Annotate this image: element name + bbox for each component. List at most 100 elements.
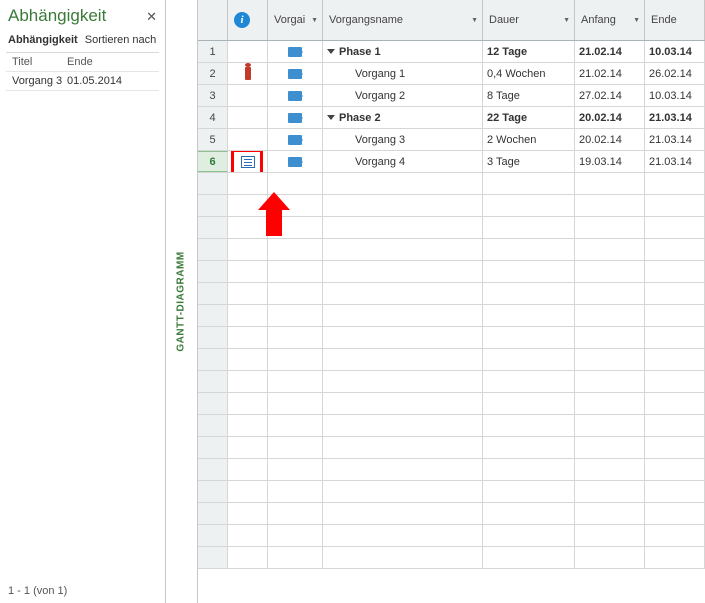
- duration-cell[interactable]: 3 Tage: [483, 151, 575, 172]
- table-row[interactable]: 2Vorgang 10,4 Wochen21.02.1426.02.14: [198, 63, 705, 85]
- task-mode-cell[interactable]: [268, 261, 323, 282]
- start-cell[interactable]: [575, 525, 645, 546]
- duration-cell[interactable]: [483, 481, 575, 502]
- col-head-ende[interactable]: Ende: [67, 56, 153, 68]
- start-cell[interactable]: [575, 283, 645, 304]
- task-mode-cell[interactable]: [268, 217, 323, 238]
- task-name-cell[interactable]: [323, 437, 483, 458]
- duration-cell[interactable]: 2 Wochen: [483, 129, 575, 150]
- task-mode-cell[interactable]: [268, 305, 323, 326]
- task-name-cell[interactable]: [323, 415, 483, 436]
- table-row[interactable]: [198, 393, 705, 415]
- task-name-cell[interactable]: [323, 283, 483, 304]
- row-number[interactable]: [198, 349, 228, 370]
- end-cell[interactable]: [645, 503, 705, 524]
- col-head-rownum[interactable]: [198, 0, 228, 40]
- end-cell[interactable]: [645, 437, 705, 458]
- task-mode-cell[interactable]: [268, 503, 323, 524]
- task-name-cell[interactable]: [323, 173, 483, 194]
- task-mode-cell[interactable]: [268, 151, 323, 172]
- table-row[interactable]: 3Vorgang 28 Tage27.02.1410.03.14: [198, 85, 705, 107]
- end-cell[interactable]: 10.03.14: [645, 41, 705, 62]
- duration-cell[interactable]: [483, 239, 575, 260]
- start-cell[interactable]: [575, 437, 645, 458]
- start-cell[interactable]: 20.02.14: [575, 129, 645, 150]
- start-cell[interactable]: [575, 459, 645, 480]
- start-cell[interactable]: [575, 481, 645, 502]
- task-name-cell[interactable]: [323, 349, 483, 370]
- duration-cell[interactable]: [483, 547, 575, 568]
- table-row[interactable]: [198, 547, 705, 569]
- row-number[interactable]: [198, 239, 228, 260]
- task-name-cell[interactable]: [323, 393, 483, 414]
- duration-cell[interactable]: [483, 283, 575, 304]
- col-head-dauer[interactable]: Dauer▼: [483, 0, 575, 40]
- task-mode-cell[interactable]: [268, 173, 323, 194]
- end-cell[interactable]: [645, 195, 705, 216]
- end-cell[interactable]: 26.02.14: [645, 63, 705, 84]
- task-name-cell[interactable]: Vorgang 4: [323, 151, 483, 172]
- col-head-name[interactable]: Vorgangsname▼: [323, 0, 483, 40]
- task-mode-cell[interactable]: [268, 63, 323, 84]
- table-row[interactable]: [198, 195, 705, 217]
- row-number[interactable]: [198, 503, 228, 524]
- col-head-anfang[interactable]: Anfang▼: [575, 0, 645, 40]
- start-cell[interactable]: [575, 547, 645, 568]
- col-head-titel[interactable]: Titel: [12, 56, 67, 68]
- duration-cell[interactable]: [483, 173, 575, 194]
- row-number[interactable]: [198, 525, 228, 546]
- start-cell[interactable]: [575, 173, 645, 194]
- table-row[interactable]: [198, 525, 705, 547]
- row-number[interactable]: 1: [198, 41, 228, 62]
- task-name-cell[interactable]: [323, 195, 483, 216]
- start-cell[interactable]: 20.02.14: [575, 107, 645, 128]
- start-cell[interactable]: [575, 393, 645, 414]
- end-cell[interactable]: [645, 349, 705, 370]
- end-cell[interactable]: [645, 547, 705, 568]
- task-mode-cell[interactable]: [268, 107, 323, 128]
- task-mode-cell[interactable]: [268, 371, 323, 392]
- end-cell[interactable]: 21.03.14: [645, 129, 705, 150]
- row-number[interactable]: [198, 327, 228, 348]
- table-row[interactable]: [198, 239, 705, 261]
- row-number[interactable]: 5: [198, 129, 228, 150]
- row-number[interactable]: [198, 173, 228, 194]
- start-cell[interactable]: 19.03.14: [575, 151, 645, 172]
- start-cell[interactable]: [575, 239, 645, 260]
- row-number[interactable]: [198, 305, 228, 326]
- duration-cell[interactable]: [483, 327, 575, 348]
- task-name-cell[interactable]: Phase 1: [323, 41, 483, 62]
- task-mode-cell[interactable]: [268, 129, 323, 150]
- duration-cell[interactable]: 22 Tage: [483, 107, 575, 128]
- row-number[interactable]: [198, 481, 228, 502]
- task-mode-cell[interactable]: [268, 239, 323, 260]
- view-bar[interactable]: GANTT-DIAGRAMM: [166, 0, 198, 603]
- end-cell[interactable]: [645, 481, 705, 502]
- start-cell[interactable]: [575, 261, 645, 282]
- task-mode-cell[interactable]: [268, 349, 323, 370]
- row-number[interactable]: [198, 371, 228, 392]
- start-cell[interactable]: [575, 327, 645, 348]
- row-number[interactable]: [198, 459, 228, 480]
- task-name-cell[interactable]: [323, 327, 483, 348]
- list-item[interactable]: Vorgang 3 01.05.2014: [6, 72, 159, 91]
- task-mode-cell[interactable]: [268, 41, 323, 62]
- task-name-cell[interactable]: [323, 261, 483, 282]
- task-name-cell[interactable]: [323, 217, 483, 238]
- task-mode-cell[interactable]: [268, 459, 323, 480]
- notes-indicator[interactable]: [234, 151, 262, 172]
- duration-cell[interactable]: [483, 459, 575, 480]
- row-number[interactable]: [198, 437, 228, 458]
- start-cell[interactable]: [575, 415, 645, 436]
- col-head-ende[interactable]: Ende: [645, 0, 705, 40]
- table-row[interactable]: [198, 217, 705, 239]
- row-number[interactable]: [198, 393, 228, 414]
- table-row[interactable]: [198, 371, 705, 393]
- end-cell[interactable]: [645, 459, 705, 480]
- end-cell[interactable]: [645, 173, 705, 194]
- task-name-cell[interactable]: Vorgang 2: [323, 85, 483, 106]
- end-cell[interactable]: [645, 415, 705, 436]
- start-cell[interactable]: 21.02.14: [575, 63, 645, 84]
- table-row[interactable]: [198, 349, 705, 371]
- table-row[interactable]: 6Vorgang 43 Tage19.03.1421.03.14: [198, 151, 705, 173]
